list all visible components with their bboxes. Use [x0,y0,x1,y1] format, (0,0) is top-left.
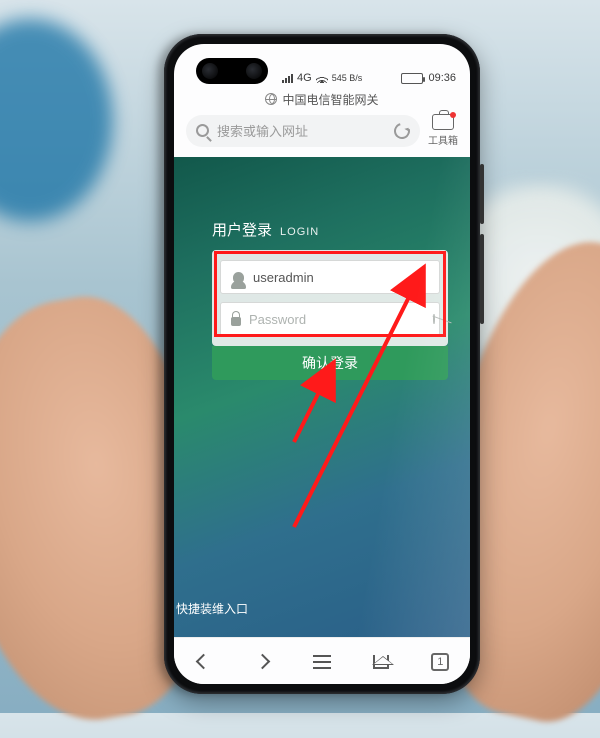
password-field[interactable] [220,302,440,336]
login-heading: 用户登录 LOGIN [212,219,448,240]
address-placeholder: 搜索或输入网址 [217,121,386,140]
battery-icon [401,73,423,84]
screen: 4G 545 B/s 09:36 中国电信智能网关 搜索或输入网址 工具 [174,44,470,684]
page-title-bar: 中国电信智能网关 [174,88,470,110]
quick-maintenance-link[interactable]: 快捷装维入口 [174,600,248,617]
reload-icon[interactable] [391,120,413,142]
toolbox-button[interactable]: 工具箱 [428,114,458,147]
network-gen: 4G [297,72,312,84]
globe-icon [265,93,277,105]
briefcase-icon [432,114,454,130]
lock-icon [231,317,241,326]
chevron-left-icon [196,654,212,670]
page-title: 中国电信智能网关 [282,91,378,108]
login-button[interactable]: 确认登录 [212,346,448,380]
nav-menu-button[interactable] [309,649,335,675]
username-input[interactable] [253,270,429,285]
power-button [480,234,484,324]
menu-icon [313,655,331,669]
address-bar[interactable]: 搜索或输入网址 [186,115,420,147]
net-speed: 545 B/s [332,73,363,83]
search-icon [196,124,209,137]
volume-button [480,164,484,224]
tabs-icon: 1 [431,653,449,671]
toolbox-label: 工具箱 [428,132,458,147]
chevron-right-icon [255,654,271,670]
clock: 09:36 [428,72,456,84]
wifi-icon [316,73,328,83]
page-content: 用户登录 LOGIN 确认登录 [174,157,470,637]
notification-dot [450,112,456,118]
user-icon [233,272,244,283]
login-form [212,250,448,346]
nav-tabs-button[interactable]: 1 [427,649,453,675]
nav-forward-button[interactable] [250,649,276,675]
nav-home-button[interactable] [368,649,394,675]
home-icon [373,655,389,669]
front-camera-cutout [196,58,268,84]
signal-icon [282,73,293,83]
nav-back-button[interactable] [191,649,217,675]
phone-frame: 4G 545 B/s 09:36 中国电信智能网关 搜索或输入网址 工具 [164,34,480,694]
username-field[interactable] [220,260,440,294]
password-input[interactable] [249,312,425,327]
eye-off-icon[interactable] [433,314,435,324]
browser-bottom-nav: 1 [174,637,470,684]
